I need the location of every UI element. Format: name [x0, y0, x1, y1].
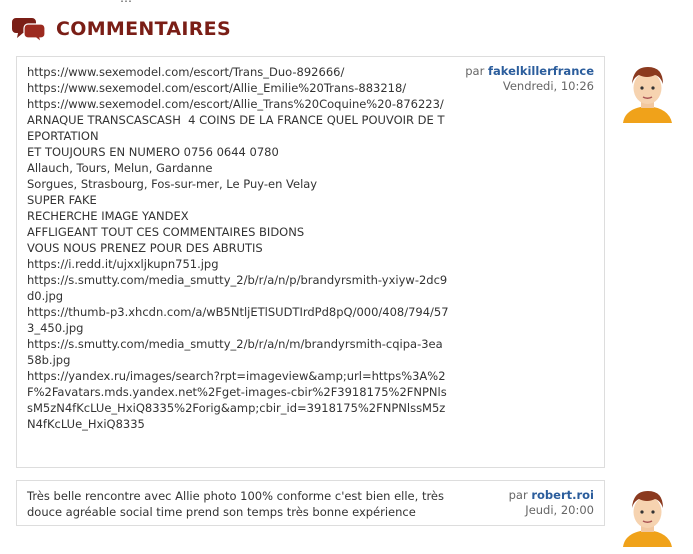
author-link[interactable]: robert.roi — [531, 488, 594, 502]
comment-meta: par fakelkillerfrance Vendredi, 10:26 — [465, 64, 594, 94]
author-link[interactable]: fakelkillerfrance — [488, 64, 594, 78]
comment-text: Très belle rencontre avec Allie photo 10… — [27, 489, 448, 519]
comment-date: Jeudi, 20:00 — [525, 503, 594, 517]
comment-card: Très belle rencontre avec Allie photo 10… — [16, 480, 605, 526]
comments-header: COMMENTAIRES — [12, 14, 231, 44]
user-avatar[interactable] — [614, 56, 681, 123]
comment-card: https://www.sexemodel.com/escort/Trans_D… — [16, 56, 605, 468]
speech-bubbles-icon — [12, 18, 46, 43]
by-prefix: par — [508, 488, 528, 502]
section-title: COMMENTAIRES — [56, 18, 231, 40]
comment-date: Vendredi, 10:26 — [502, 79, 594, 93]
by-prefix: par — [465, 64, 485, 78]
user-avatar[interactable] — [614, 480, 681, 547]
comment-text: https://www.sexemodel.com/escort/Trans_D… — [27, 65, 449, 431]
comment-meta: par robert.roi Jeudi, 20:00 — [509, 488, 594, 518]
clipped-previous-text: … — [120, 0, 132, 5]
